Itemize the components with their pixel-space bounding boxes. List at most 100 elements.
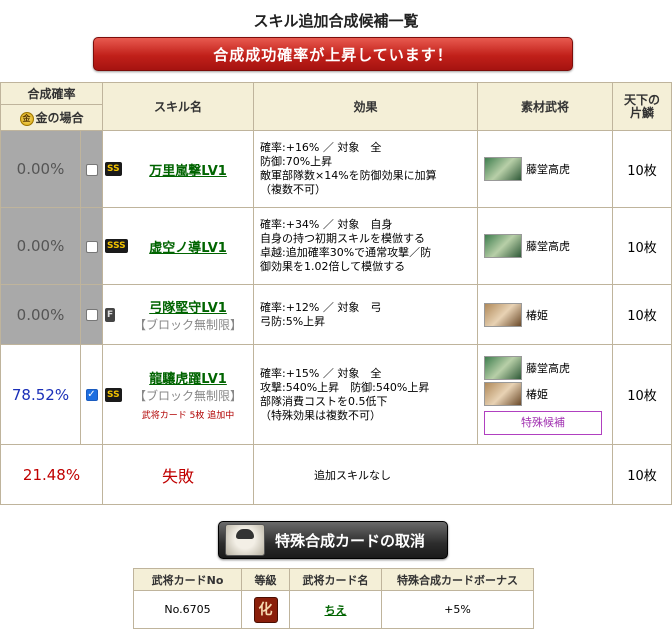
header-count-label: 天下の片鱗 [624,92,661,120]
header-rate: 合成確率 [0,82,104,105]
effect-line: 確率:+15% ／ 対象 全 [260,366,382,380]
effect-line: （特殊効果は複数不可） [260,408,382,422]
general-portrait-icon [484,302,523,327]
general-portrait-icon [484,157,523,181]
added-cards-note: 武将カード 5枚 追加中 [141,411,235,421]
fail-effect: 追加スキルなし [253,444,614,505]
effect-line: 敵軍部隊数×14%を防御効果に加算 [260,169,437,182]
material-cell: 椿姫 [477,284,614,345]
general-name: 椿姫 [526,387,549,401]
fail-count: 10枚 [612,444,672,505]
card-row: No.6705 化 ちえ +5% [133,590,534,629]
general-name: 藤堂高虎 [526,361,571,375]
card-bonus: +5% [381,590,534,629]
block-unlimited-label: 【ブロック無制限】 [134,389,243,403]
select-checkbox-cell [79,207,104,285]
effect-line: 確率:+34% ／ 対象 自身 [260,218,393,231]
count-value: 10枚 [612,344,672,445]
effect-line: 確率:+12% ／ 対象 弓 [260,300,382,314]
cancel-special-card-button[interactable]: 特殊合成カードの取消 [218,521,448,559]
fail-row: 21.48% 失敗 追加スキルなし 10枚 [0,444,672,505]
card-header-no: 武将カードNo [133,568,242,591]
rarity-badge: SS [105,162,122,176]
effect-cell: 確率:+16% ／ 対象 全防御:70%上昇 敵軍部隊数×14%を防御効果に加算（… [253,130,479,208]
effect-line: 弓防:5%上昇 [260,314,326,328]
skill-cell: F 弓隊堅守LV1 【ブロック無制限】 [102,284,255,345]
effect-line: 御効果を1.02倍して模倣する [260,260,406,273]
material-general: 藤堂高虎 [484,355,606,381]
select-checkbox-cell [79,284,104,345]
effect-line: 部隊消費コストを0.5低下 [260,394,388,408]
effect-line: 卓越:追加確率30%で通常攻撃／防 [260,246,432,259]
gold-coin-icon: 金 [19,111,34,126]
material-general: 椿姫 [484,302,606,328]
general-name: 藤堂高虎 [526,240,571,253]
count-value: 10枚 [612,130,672,208]
effect-line: 攻撃:540%上昇 防御:540%上昇 [260,380,430,394]
fail-rate: 21.48% [0,444,104,505]
header-skill-name: スキル名 [102,82,255,131]
card-header-name: 武将カード名 [289,568,382,591]
rarity-badge: SSS [105,239,128,253]
material-general: 椿姫 [484,381,606,407]
count-value: 10枚 [612,207,672,285]
cancel-special-card-label: 特殊合成カードの取消 [275,531,426,550]
select-checkbox[interactable]: ✓ [85,389,98,401]
effect-line: （複数不可） [260,183,327,196]
header-effect: 効果 [253,82,479,131]
skill-cell: SS 万里嵐撃LV1 [102,130,255,208]
card-no: No.6705 [133,590,242,629]
skill-name-link[interactable]: 龍驤虎躍LV1 [107,368,249,387]
select-checkbox[interactable] [85,309,98,321]
effect-line: 防御:70%上昇 [260,155,333,168]
page-title: スキル追加合成候補一覧 [253,12,419,30]
fail-label: 失敗 [102,444,255,505]
effect-line: 自身の持つ初期スキルを模倣する [260,232,426,245]
card-portrait-icon [225,524,265,556]
card-header-bonus: 特殊合成カードボーナス [381,568,534,591]
material-cell: 藤堂高虎 [477,130,614,208]
general-portrait-icon [484,355,523,380]
candidate-row: 0.00% F 弓隊堅守LV1 【ブロック無制限】 確率:+12% ／ 対象 弓弓防:5… [0,284,672,345]
count-value: 10枚 [612,284,672,345]
material-cell: 藤堂高虎椿姫特殊候補 [477,344,614,445]
card-name-link[interactable]: ちえ [325,604,347,617]
card-name-cell: ちえ [289,590,382,629]
rate-value: 0.00% [0,130,81,208]
grade-badge-icon: 化 [253,596,278,623]
header-material: 素材武将 [477,82,614,131]
material-general: 藤堂高虎 [484,233,606,259]
skill-name-link[interactable]: 弓隊堅守LV1 [107,297,249,316]
effect-cell: 確率:+34% ／ 対象 自身 自身の持つ初期スキルを模倣する 卓越:追加確率30%… [253,207,479,285]
header-count: 天下の片鱗 [612,82,672,131]
special-candidate-button[interactable]: 特殊候補 [484,410,603,435]
select-checkbox-cell: ✓ [79,344,104,445]
skill-cell: SS 龍驤虎躍LV1 【ブロック無制限】武将カード 5枚 追加中 [102,344,255,445]
material-general: 藤堂高虎 [484,156,606,182]
general-name: 椿姫 [526,308,549,322]
special-card-table: 武将カードNo 等級 武将カード名 特殊合成カードボーナス No.6705 化 … [133,568,534,629]
header-gold-label: 金の場合 [35,111,84,125]
card-grade-cell: 化 [241,590,290,629]
candidate-row: 0.00% SS 万里嵐撃LV1 確率:+16% ／ 対象 全防御:70%上昇 敵軍部隊… [0,130,672,208]
effect-line: 確率:+16% ／ 対象 全 [260,141,382,154]
skill-name-link[interactable]: 万里嵐撃LV1 [107,160,249,179]
general-name: 藤堂高虎 [526,163,571,176]
skill-name-link[interactable]: 虚空ノ導LV1 [107,237,249,256]
card-header-grade: 等級 [241,568,290,591]
candidate-table: 合成確率 スキル名 効果 素材武将 天下の片鱗 金金の場合 0.00% SS 万里嵐… [0,82,672,505]
general-portrait-icon [484,234,523,258]
select-checkbox[interactable] [85,240,98,253]
rate-value: 0.00% [0,284,81,345]
header-gold-case: 金金の場合 [0,104,104,131]
rate-value: 0.00% [0,207,81,285]
candidate-row: 0.00% SSS 虚空ノ導LV1 確率:+34% ／ 対象 自身 自身の持つ初期スキル… [0,207,672,285]
candidate-row: 78.52% ✓ SS 龍驤虎躍LV1 【ブロック無制限】武将カード 5枚 追加中 確率:… [0,344,672,445]
select-checkbox[interactable] [85,163,98,176]
skill-cell: SSS 虚空ノ導LV1 [102,207,255,285]
effect-cell: 確率:+15% ／ 対象 全攻撃:540%上昇 防御:540%上昇 部隊消費コスト… [253,344,479,445]
rarity-badge: SS [105,387,122,402]
effect-cell: 確率:+12% ／ 対象 弓弓防:5%上昇 [253,284,479,345]
probability-up-banner: 合成成功確率が上昇しています！ [93,37,573,71]
rate-value: 78.52% [0,344,81,445]
